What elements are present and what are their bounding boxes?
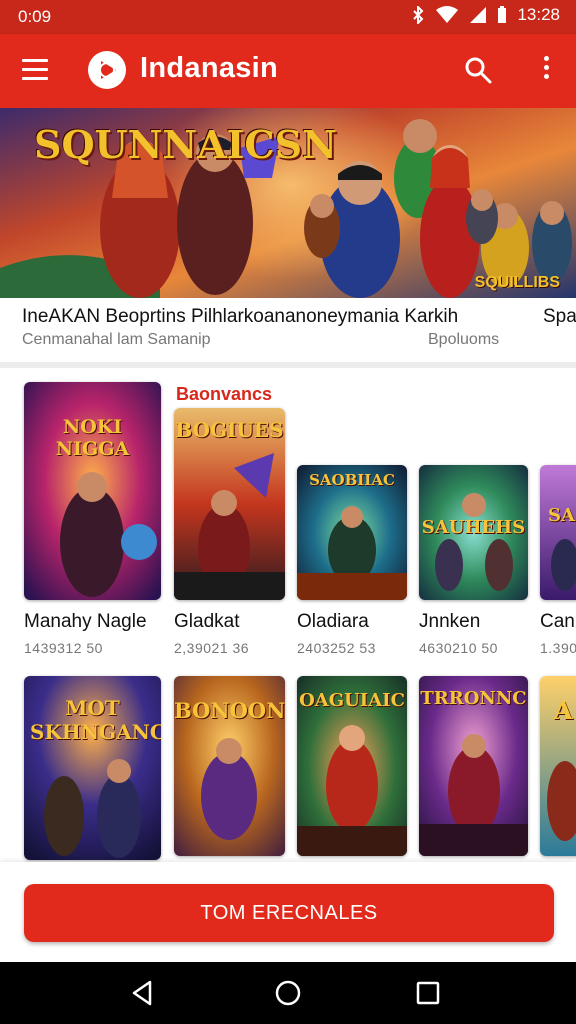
game-title[interactable]: Oladiara (297, 611, 369, 633)
game-card-art-title: MOT SKHNGANC (30, 696, 161, 744)
game-card-art-title: NOKI NIGGA (55, 416, 130, 460)
wifi-icon (436, 6, 459, 23)
game-card-art-title: TRRONNC (420, 688, 527, 709)
game-card-art-title: SA (548, 505, 575, 526)
hero-banner-badge: SQUILLIBS (474, 274, 560, 291)
game-card-art-title: SAUHEHS (421, 517, 526, 538)
game-card[interactable]: BOGIUES (174, 408, 285, 600)
game-card-art-title: A (554, 696, 573, 725)
game-card-art-title: BOGIUES (175, 418, 284, 442)
game-title[interactable]: Gladkat (174, 611, 239, 633)
system-nav-bar (0, 962, 576, 1024)
game-card[interactable]: OAGUIAIC (297, 676, 407, 856)
game-title[interactable]: Can (540, 611, 575, 633)
bottom-action-bar: TOM ERECNALES (0, 862, 576, 962)
app-title: Indanasin (140, 52, 279, 84)
hero-caption-title: IneAKAN Beoprtins Pilhlarkoananoneymania… (22, 306, 459, 327)
game-card[interactable]: SAOBIIAC (297, 465, 407, 600)
game-meta: 2,39021 36 (174, 640, 250, 656)
battery-icon (498, 6, 507, 23)
hamburger-menu-icon[interactable] (22, 59, 48, 81)
game-card[interactable]: SA (540, 465, 576, 600)
game-card-art-title: OAGUIAIC (299, 690, 405, 711)
status-icons: 13:28 (411, 5, 560, 25)
back-icon[interactable] (130, 979, 154, 1007)
section-label: Baonvancs (176, 384, 273, 404)
game-meta: 1.390 (540, 640, 576, 656)
game-card[interactable]: NOKI NIGGA (24, 382, 161, 600)
hero-banner-title: SQUNNAICSN (34, 122, 337, 167)
status-time: 0:09 (18, 7, 52, 26)
hero-caption[interactable]: IneAKAN Beoprtins Pilhlarkoananoneymania… (0, 298, 576, 362)
bluetooth-icon (413, 6, 424, 24)
hero-caption-subtitle: Cenmanahal lam Samanip (22, 331, 211, 348)
game-card[interactable]: TRRONNC (419, 676, 528, 856)
hero-banner[interactable]: SQUNNAICSN SQUILLIBS (0, 108, 576, 298)
game-meta: 2403252 53 (297, 640, 376, 656)
more-options-icon[interactable] (544, 56, 550, 83)
game-card-art-title: BONOON (174, 698, 285, 723)
hero-caption-next: Spa (543, 306, 576, 327)
game-meta: 1439312 50 (24, 640, 103, 656)
divider (0, 362, 576, 368)
app-bar: Indanasin (0, 34, 576, 108)
game-card-art-title: SAOBIIAC (309, 471, 395, 489)
search-icon[interactable] (464, 56, 492, 89)
game-card[interactable]: BONOON (174, 676, 285, 856)
signal-icon (470, 7, 487, 23)
home-icon[interactable] (274, 979, 302, 1007)
game-title[interactable]: Jnnken (419, 611, 480, 633)
game-meta: 4630210 50 (419, 640, 498, 656)
hero-caption-right: Bpoluoms (428, 331, 500, 348)
game-title[interactable]: Manahy Nagle (24, 611, 147, 633)
status-bar: 0:09 13:28 (0, 0, 576, 34)
status-clock: 13:28 (517, 5, 560, 24)
recents-icon[interactable] (415, 979, 441, 1007)
app-logo-icon (88, 51, 126, 89)
game-card[interactable]: A (540, 676, 576, 856)
game-card[interactable]: MOT SKHNGANC (24, 676, 161, 860)
game-card[interactable]: SAUHEHS (419, 465, 528, 600)
primary-action-button[interactable]: TOM ERECNALES (24, 884, 554, 942)
